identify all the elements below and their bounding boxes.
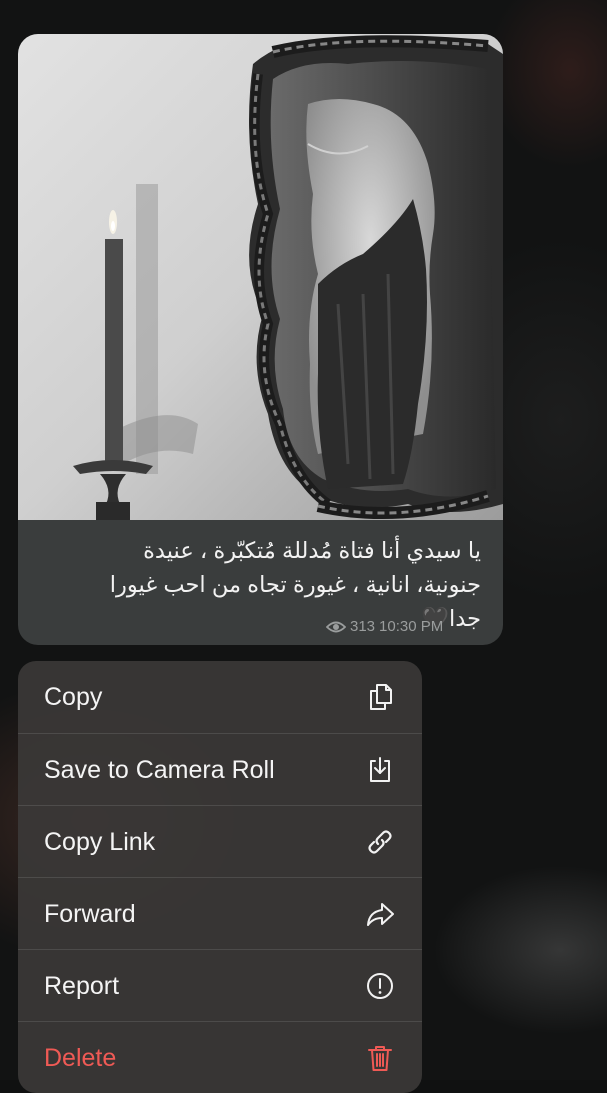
caption-line: يا سيدي أنا فتاة مُدللة مُتكبّرة ، عنيدة	[143, 538, 481, 563]
message-meta: 313 10:30 PM	[326, 618, 443, 636]
save-download-icon	[364, 754, 396, 786]
forward-arrow-icon	[364, 898, 396, 930]
message-bubble[interactable]: يا سيدي أنا فتاة مُدللة مُتكبّرة ، عنيدة…	[18, 34, 503, 645]
menu-item-save-to-camera-roll[interactable]: Save to Camera Roll	[18, 733, 422, 805]
exclamation-circle-icon	[364, 970, 396, 1002]
eye-icon	[326, 620, 346, 634]
menu-item-label: Copy	[44, 683, 103, 711]
message-time: 10:30 PM	[379, 618, 444, 635]
menu-item-label: Save to Camera Roll	[44, 756, 275, 784]
context-menu: Copy Save to Camera Roll Copy Link Forwa…	[18, 661, 422, 1093]
menu-item-delete[interactable]: Delete	[18, 1021, 422, 1093]
menu-item-label: Delete	[44, 1044, 117, 1072]
menu-item-report[interactable]: Report	[18, 949, 422, 1021]
menu-item-label: Forward	[44, 900, 136, 928]
copy-icon	[364, 681, 396, 713]
caption-line: جنونية، انانية ، غيورة تجاه من احب غيورا	[109, 572, 481, 597]
trash-icon	[364, 1042, 396, 1074]
menu-item-label: Copy Link	[44, 828, 156, 856]
menu-item-copy-link[interactable]: Copy Link	[18, 805, 422, 877]
link-icon	[364, 826, 396, 858]
menu-item-copy[interactable]: Copy	[18, 661, 422, 732]
menu-item-label: Report	[44, 972, 120, 1000]
menu-item-forward[interactable]: Forward	[18, 877, 422, 949]
message-photo[interactable]	[18, 34, 503, 520]
view-count: 313	[350, 618, 376, 635]
